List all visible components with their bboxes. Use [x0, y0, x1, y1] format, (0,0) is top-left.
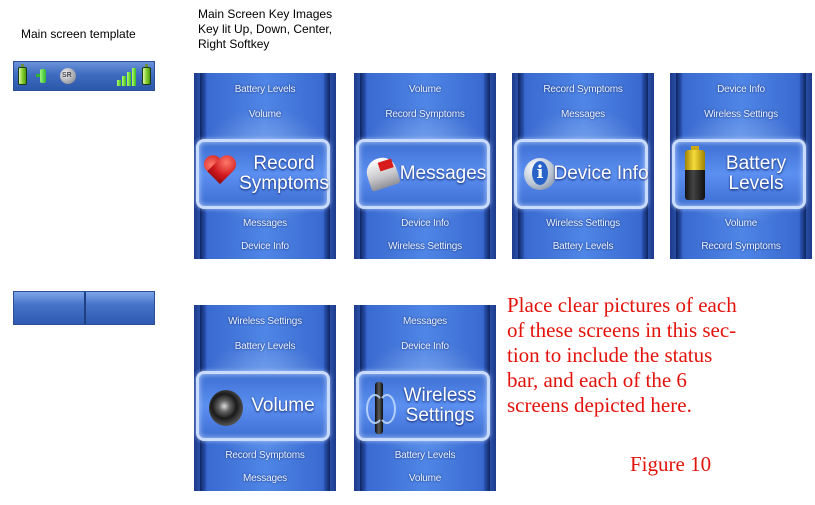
battery-icon	[685, 146, 705, 200]
menu-item-below-2: Record Symptoms	[701, 241, 781, 252]
wireless-icon	[366, 382, 396, 434]
figure-caption: Figure 10	[630, 452, 712, 476]
menu-item-below-2: Wireless Settings	[388, 241, 462, 252]
menu-item-above-1: Battery Levels	[234, 84, 296, 95]
screen-record-symptoms: Battery Levels Volume Record Symptoms Me…	[194, 73, 336, 259]
screen-messages: Volume Record Symptoms Messages Device I…	[354, 73, 496, 259]
selected-label-line: Battery	[725, 153, 787, 174]
selected-menu-item: Battery Levels	[672, 139, 806, 209]
key-images-label-line: Main Screen Key Images	[198, 7, 333, 21]
selected-label: Volume	[247, 374, 319, 438]
note-line: Place clear pictures of each	[507, 293, 737, 317]
menu-item-above-2: Record Symptoms	[385, 109, 465, 120]
mailbox-icon	[363, 154, 401, 192]
info-icon	[524, 158, 556, 190]
menu-item-below-2: Volume	[408, 473, 442, 484]
softkey-bar	[13, 291, 155, 325]
menu-item-below-1: Volume	[724, 218, 758, 229]
screen-wireless-settings: Messages Device Info Wireless Settings B…	[354, 305, 496, 491]
sr-badge-icon	[60, 68, 76, 84]
menu-item-above-2: Battery Levels	[234, 341, 296, 352]
menu-item-above-1: Record Symptoms	[543, 84, 623, 95]
note-line: tion to include the status	[507, 343, 713, 367]
menu-item-above-2: Wireless Settings	[704, 109, 778, 120]
speaker-icon	[209, 390, 243, 426]
selected-label-line: Volume	[251, 395, 315, 416]
battery-status-icon	[142, 64, 151, 85]
menu-item-above-2: Messages	[561, 109, 605, 120]
note-line: bar, and each of the 6	[507, 368, 687, 392]
selected-label-line: Wireless	[403, 385, 477, 406]
key-images-label: Main Screen Key Images Key lit Up, Down,…	[198, 7, 332, 52]
battery-status-icon	[18, 64, 27, 85]
signal-bar-icon	[122, 76, 126, 86]
signal-bar-icon	[117, 80, 121, 86]
menu-item-below-1: Record Symptoms	[225, 450, 305, 461]
menu-item-above-2: Device Info	[401, 341, 449, 352]
menu-item-below-1: Messages	[243, 218, 287, 229]
screen-device-info: Record Symptoms Messages Device Info Wir…	[512, 73, 654, 259]
selected-label-line: Device Info	[553, 163, 649, 184]
menu-item-above-1: Device Info	[717, 84, 765, 95]
menu-item-below-1: Wireless Settings	[546, 218, 620, 229]
selected-menu-item: Record Symptoms	[196, 139, 330, 209]
selected-label-line: Symptoms	[239, 173, 329, 194]
selected-menu-item: Messages	[356, 139, 490, 209]
menu-item-above-2: Volume	[248, 109, 282, 120]
softkey-divider	[84, 292, 86, 324]
menu-item-below-1: Battery Levels	[394, 450, 456, 461]
selected-label: Device Info	[553, 142, 648, 206]
charging-plug-icon	[36, 69, 46, 83]
signal-bar-icon	[132, 68, 136, 86]
menu-item-below-2: Device Info	[241, 241, 289, 252]
key-images-label-line: Key lit Up, Down, Center,	[198, 22, 333, 36]
selected-menu-item: Device Info	[514, 139, 649, 209]
key-images-label-line: Right Softkey	[198, 37, 270, 51]
selected-label: Battery Levels	[711, 142, 801, 206]
selected-menu-item: Wireless Settings	[356, 371, 490, 441]
selected-label: Record Symptoms	[239, 142, 329, 206]
menu-item-above-1: Volume	[408, 84, 442, 95]
menu-item-above-1: Messages	[403, 316, 447, 327]
menu-item-above-1: Wireless Settings	[228, 316, 302, 327]
screen-volume: Wireless Settings Battery Levels Volume …	[194, 305, 336, 491]
selected-menu-item: Volume	[196, 371, 330, 441]
selected-label-line: Messages	[399, 163, 487, 184]
screen-battery-levels: Device Info Wireless Settings Battery Le…	[670, 73, 812, 259]
menu-item-below-2: Messages	[243, 473, 287, 484]
instruction-note: Place clear pictures of each of these sc…	[507, 293, 807, 418]
heart-icon	[205, 156, 239, 188]
selected-label: Wireless Settings	[395, 374, 485, 438]
selected-label-line: Record	[253, 153, 315, 174]
menu-item-below-2: Battery Levels	[552, 241, 614, 252]
selected-label-line: Levels	[728, 173, 784, 194]
note-line: screens depicted here.	[507, 393, 692, 417]
signal-bar-icon	[127, 72, 131, 86]
selected-label-line: Settings	[405, 405, 475, 426]
template-label: Main screen template	[21, 27, 136, 41]
selected-label: Messages	[400, 142, 487, 206]
note-line: of these screens in this sec-	[507, 318, 737, 342]
menu-item-below-1: Device Info	[401, 218, 449, 229]
status-bar	[13, 61, 155, 91]
